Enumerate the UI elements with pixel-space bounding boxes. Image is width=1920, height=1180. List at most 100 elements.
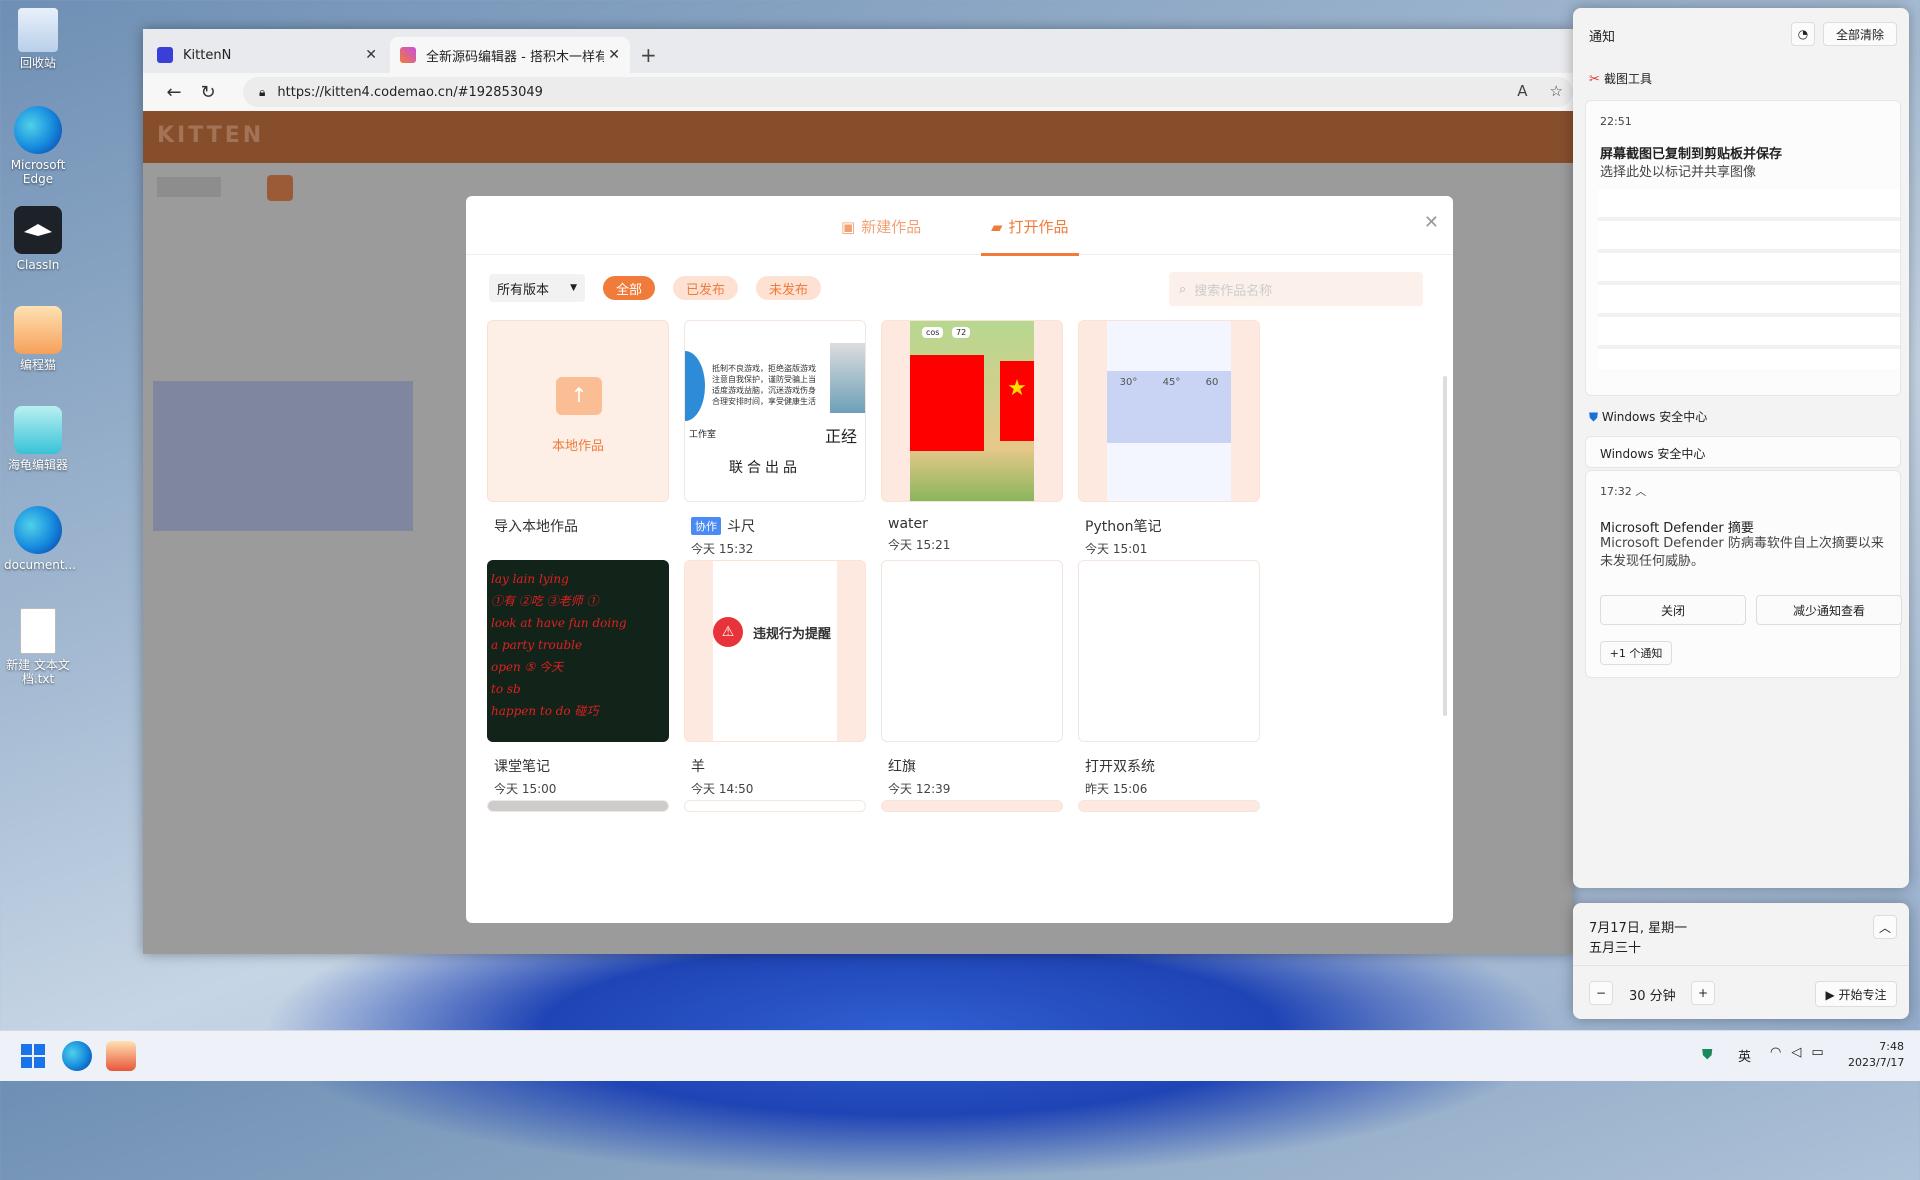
codemao-favicon-icon [400,47,416,63]
favorite-star-icon[interactable]: ☆ [1550,82,1563,100]
close-tab-icon[interactable]: ✕ [608,47,620,63]
work-card-python-notes[interactable]: 30° 45° 60 Python笔记 今天 15:01 [1078,320,1260,557]
close-tab-icon[interactable]: ✕ [365,47,377,63]
work-card-red-flag[interactable]: 红旗 今天 12:39 [881,560,1063,797]
work-thumb [881,800,1063,812]
work-card-dual-system[interactable]: 打开双系统 昨天 15:06 [1078,560,1260,797]
close-dialog-icon[interactable]: ✕ [1424,212,1439,233]
address-bar[interactable]: 🔒︎ https://kitten4.codemao.cn/#192853049… [243,77,1573,107]
tab-new-work[interactable]: ▣ 新建作品 [841,216,921,237]
desktop-icon-label: 海龟编辑器 [7,458,68,472]
work-time: 今天 15:01 [1085,542,1148,556]
text-file-icon [20,608,56,654]
recycle-bin-icon [18,8,58,52]
work-card-partial[interactable] [1078,800,1260,812]
work-card-water[interactable]: ★ cos 72 water 今天 15:21 [881,320,1063,553]
work-card-sheep[interactable]: ⚠ 违规行为提醒 羊 今天 14:50 [684,560,866,797]
desktop-icon-classin[interactable]: ClassIn [4,206,72,272]
search-input[interactable]: ⌕ 搜索作品名称 [1169,272,1423,306]
clock[interactable]: 7:48 2023/7/17 [1848,1039,1904,1071]
edge-taskbar-icon[interactable] [62,1041,92,1071]
security-tray-icon[interactable]: ⛊ [1702,1047,1713,1063]
filter-unpublished[interactable]: 未发布 [756,276,822,300]
filter-published[interactable]: 已发布 [673,276,739,300]
kittenn-favicon-icon [157,47,173,63]
desktop-icon-codemao[interactable]: 编程猫 [4,306,72,372]
note-line: look at have fun doing [491,616,627,630]
do-not-disturb-button[interactable]: ◔ [1791,22,1815,46]
security-group-header[interactable]: Windows 安全中心 [1585,436,1901,468]
work-card-partial[interactable] [881,800,1063,812]
defender-title: Microsoft Defender 摘要 [1600,521,1754,536]
work-card-class-notes[interactable]: lay lain lying ①有 ②吃 ③老师 ① look at have … [487,560,669,797]
more-notifications-button[interactable]: +1 个通知 [1600,641,1672,665]
work-title: 红旗 [888,759,916,775]
web-page: KITTEN ▣ 新建作品 ▰ 打开作品 ✕ 所有版本 ▼ 全部 已发布 未发布… [143,111,1573,954]
close-notification-button[interactable]: 关闭 [1600,595,1746,625]
thumb-text: cos [922,327,944,338]
tab-kittenn[interactable]: KittenN ✕ [147,37,387,73]
back-button[interactable]: ← [157,82,191,103]
ime-indicator[interactable]: 英 [1738,1046,1751,1065]
note-line: open ⑤ 今天 [491,660,564,674]
work-card-douchi[interactable]: 抵制不良游戏，拒绝盗版游戏 注意自我保护，谨防受骗上当 适度游戏益脑，沉迷游戏伤… [684,320,866,557]
notification-header: 通知 [1589,30,1616,45]
desktop-icon-label: Microsoft Edge [10,158,66,186]
focus-minus-button[interactable]: − [1589,981,1613,1005]
filter-all[interactable]: 全部 [603,276,656,300]
dialog-scrollbar[interactable] [1443,376,1447,716]
windows-start-icon[interactable] [18,1041,48,1071]
work-time: 今天 12:39 [888,782,951,796]
new-tab-button[interactable]: + [640,43,657,67]
desktop-icon-label: 新建 文本文档.txt [6,658,70,686]
read-aloud-icon[interactable]: A [1517,82,1527,100]
refresh-button[interactable]: ↻ [191,82,225,103]
reduce-notifications-button[interactable]: 减少通知查看 [1756,595,1902,625]
collapse-calendar-button[interactable]: ︿ [1873,915,1897,939]
work-time: 今天 15:00 [494,782,557,796]
defender-notification[interactable]: 17:32 ︿ Microsoft Defender 摘要 Microsoft … [1585,470,1902,678]
start-focus-button[interactable]: ▶ 开始专注 [1815,981,1897,1007]
snip-notification[interactable]: 22:51 屏幕截图已复制到剪贴板并保存 选择此处以标记并共享图像 [1585,100,1901,396]
system-tray[interactable]: ◠ ◁ ▭ [1770,1045,1824,1060]
edge-document-icon [14,506,62,554]
shield-icon: ⛊ [1589,410,1599,424]
thumb-text: 抵制不良游戏，拒绝盗版游戏 注意自我保护，谨防受骗上当 适度游戏益脑，沉迷游戏伤… [712,364,816,406]
focus-plus-button[interactable]: + [1691,981,1715,1005]
tab-editor[interactable]: 全新源码编辑器 - 搭积木一样有趣 ✕ [390,37,630,73]
battery-icon: ▭ [1811,1045,1824,1060]
security-app-name: Windows 安全中心 [1601,410,1708,424]
tab-title: 全新源码编辑器 - 搭积木一样有趣 [426,49,604,65]
new-work-icon: ▣ [841,217,856,236]
security-group-label: Windows 安全中心 [1600,447,1706,461]
desktop-icon-turtle-editor[interactable]: 海龟编辑器 [4,406,72,472]
filter-bar: 所有版本 ▼ 全部 已发布 未发布 [489,274,822,302]
search-placeholder: 搜索作品名称 [1194,283,1273,299]
work-title: 羊 [691,759,705,775]
desktop-icon-text-file[interactable]: 新建 文本文档.txt [4,608,72,686]
note-line: lay lain lying [491,572,569,586]
work-thumb [684,800,866,812]
work-title: water [888,516,928,532]
desktop-icon-recycle-bin[interactable]: 回收站 [4,8,72,70]
divider [1573,965,1909,966]
chevron-up-icon[interactable]: ︿ [1635,485,1646,498]
desktop-icon-document[interactable]: document... [4,506,76,572]
work-card-partial[interactable] [487,800,669,812]
version-select-label: 所有版本 [497,282,550,298]
import-local-card[interactable]: ↑ 本地作品 导入本地作品 [487,320,669,536]
folder-open-icon: ▰ [991,217,1003,236]
work-card-partial[interactable] [684,800,866,812]
desktop-icon-edge[interactable]: Microsoft Edge [4,106,72,186]
work-thumb [487,800,669,812]
clear-all-button[interactable]: 全部清除 [1823,22,1897,46]
flag-left [910,355,984,451]
desktop-icon-label: 编程猫 [19,358,56,372]
defender-time-text: 17:32 [1600,485,1632,498]
tab-open-work[interactable]: ▰ 打开作品 [981,216,1079,256]
version-select[interactable]: 所有版本 ▼ [489,274,585,302]
chevron-up-icon: ︿ [1878,920,1891,935]
work-thumb: ★ cos 72 [881,320,1063,502]
turtle-editor-icon [14,406,62,454]
codemao-taskbar-icon[interactable] [106,1041,136,1071]
